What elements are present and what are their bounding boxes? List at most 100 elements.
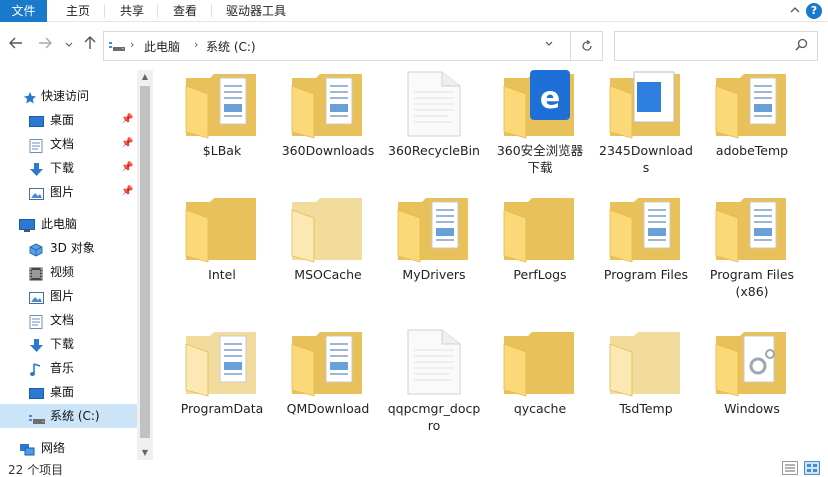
sidebar-item-videos[interactable]: 视频 [0,260,138,284]
sidebar-item-drive-c[interactable]: 系统 (C:) [0,404,138,428]
details-view-icon[interactable] [782,461,798,475]
folder-item[interactable]: Windows [700,326,804,456]
folder-item[interactable]: PerfLogs [488,192,592,322]
sidebar-item-label: 此电脑 [41,217,78,231]
breadcrumb-this-pc[interactable]: 此电脑 [144,38,180,55]
tab-divider [211,4,212,18]
folder-name: qycache [513,401,567,416]
folder-item[interactable]: Program Files [594,192,698,322]
folder-item[interactable]: 360Downloads [276,70,380,198]
folder-item[interactable]: qqpcmgr_docp ro [382,326,486,456]
folder-item[interactable]: e 360安全浏览器 下载 [488,70,592,198]
folder-name: 360安全浏览器 下载 [496,143,584,175]
pin-icon[interactable]: 📌 [121,108,133,132]
folder-icon [288,70,368,140]
arrow-up-icon[interactable] [81,35,99,55]
sidebar-item-desktop[interactable]: 桌面 📌 [0,108,138,132]
breadcrumb-drive-c[interactable]: 系统 (C:) [206,38,256,55]
sidebar-item-label: 桌面 [50,113,75,127]
folder-icon [712,70,792,140]
folder-name: MSOCache [294,267,362,282]
sidebar-item-desktop[interactable]: 桌面 [0,380,138,404]
folder-item[interactable]: 2345Download s [594,70,698,198]
sidebar-item-pictures[interactable]: 图片 📌 [0,180,138,204]
address-bar[interactable]: › 此电脑 › 系统 (C:) [103,31,603,61]
chevron-up-icon[interactable] [786,2,804,20]
video-icon [29,265,43,281]
folder-name: 2345Download s [599,143,693,175]
sidebar-item-label: 图片 [50,289,75,303]
sidebar-item-label: 下载 [50,161,75,175]
tab-view[interactable]: 查看 [160,0,210,22]
folder-icon [394,70,474,140]
status-bar: 22 个项目 [0,460,828,477]
search-box[interactable] [614,31,818,61]
tab-home[interactable]: 主页 [52,0,104,22]
folder-name: ProgramData [180,401,264,416]
folder-item[interactable]: MSOCache [276,192,380,322]
sidebar-item-network[interactable]: 网络 [0,436,138,460]
scroll-down-icon[interactable]: ▼ [137,446,153,460]
folder-icon [182,70,262,140]
sidebar-item-downloads[interactable]: 下载 📌 [0,156,138,180]
folder-name: MyDrivers [402,267,466,282]
desktop-icon [29,385,44,399]
pin-icon[interactable]: 📌 [121,132,133,156]
folder-icon [288,326,368,398]
folder-name: 360Downloads [281,143,375,158]
arrow-right-icon[interactable] [36,35,54,55]
folder-name: $LBak [202,143,242,158]
folder-icon [500,192,580,264]
folder-item[interactable]: TsdTemp [594,326,698,456]
sidebar-item-music[interactable]: 音乐 [0,356,138,380]
pictures-icon [29,289,44,304]
refresh-icon[interactable] [570,32,603,60]
sidebar-item-label: 桌面 [50,385,75,399]
folder-item[interactable]: Program Files (x86) [700,192,804,322]
pin-icon[interactable]: 📌 [121,156,133,180]
folder-item[interactable]: adobeTemp [700,70,804,198]
sidebar-item-documents[interactable]: 文档 📌 [0,132,138,156]
scrollbar-thumb[interactable] [140,86,150,438]
music-icon [29,361,43,376]
address-dropdown-icon[interactable] [544,39,554,52]
sidebar-scrollbar[interactable]: ▲ ▼ [137,70,153,460]
sidebar-item-3d-objects[interactable]: 3D 对象 [0,236,138,260]
sidebar-item-downloads[interactable]: 下载 [0,332,138,356]
sidebar-item-documents[interactable]: 文档 [0,308,138,332]
folder-item[interactable]: Intel [170,192,274,322]
help-icon[interactable]: ? [806,3,822,19]
large-icons-view-icon[interactable] [804,461,820,475]
folder-icon [606,326,686,398]
folder-name: Program Files (x86) [709,267,795,299]
tab-divider [157,4,158,18]
folder-item[interactable]: MyDrivers [382,192,486,322]
scroll-up-icon[interactable]: ▲ [137,70,153,84]
tab-share[interactable]: 共享 [108,0,156,22]
ribbon: 文件 主页 共享 查看 驱动器工具 ? [0,0,828,22]
folder-item[interactable]: qycache [488,326,592,456]
3d-objects-icon [29,241,43,257]
folder-name: Windows [724,401,780,416]
documents-icon [29,137,43,153]
sidebar-item-pictures[interactable]: 图片 [0,284,138,308]
sidebar-item-label: 快速访问 [41,89,90,103]
folder-name: Program Files [603,267,689,282]
sidebar-item-label: 网络 [41,441,66,455]
folder-item[interactable]: ProgramData [170,326,274,456]
folder-icon [712,192,792,264]
arrow-left-icon[interactable] [7,35,25,55]
svg-text:e: e [540,81,560,116]
search-icon[interactable] [795,38,808,55]
sidebar-item-this-pc[interactable]: 此电脑 [0,212,138,236]
folder-item[interactable]: 360RecycleBin [382,70,486,198]
pin-icon[interactable]: 📌 [121,180,133,204]
tab-file[interactable]: 文件 [0,0,47,22]
tab-drive-tools[interactable]: 驱动器工具 [214,0,298,22]
sidebar-item-quick-access[interactable]: 快速访问 [0,84,138,108]
search-input[interactable] [615,32,785,60]
folder-item[interactable]: $LBak [170,70,274,198]
folder-item[interactable]: QMDownload [276,326,380,456]
chevron-down-icon[interactable] [60,35,78,55]
file-list: $LBak 360Downloads 360RecycleBin e 360安全浏览器 … [155,70,828,460]
